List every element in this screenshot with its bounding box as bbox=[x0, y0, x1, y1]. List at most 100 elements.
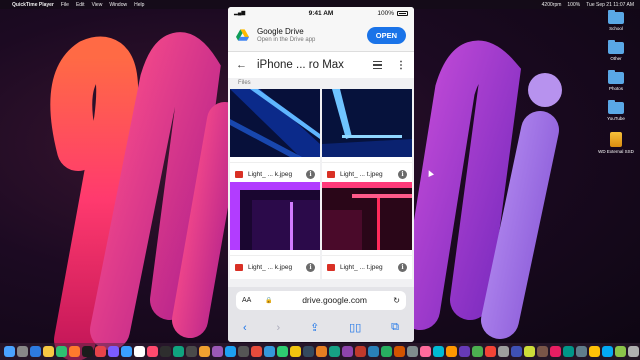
app-icon[interactable] bbox=[537, 346, 548, 357]
app-icon[interactable] bbox=[381, 346, 392, 357]
app-icon[interactable] bbox=[290, 346, 301, 357]
desktop-item-label: WD External SSD bbox=[598, 149, 634, 154]
app-icon[interactable] bbox=[550, 346, 561, 357]
back-icon[interactable]: ‹ bbox=[243, 322, 247, 334]
app-icon[interactable] bbox=[251, 346, 262, 357]
app-icon[interactable] bbox=[173, 346, 184, 357]
app-icon[interactable] bbox=[459, 346, 470, 357]
app-icon[interactable] bbox=[472, 346, 483, 357]
app-icon[interactable] bbox=[407, 346, 418, 357]
file-card[interactable]: Light_ ... t.jpeg i bbox=[322, 89, 412, 186]
app-icon[interactable] bbox=[615, 346, 626, 357]
info-icon[interactable]: i bbox=[306, 263, 315, 272]
open-app-button[interactable]: OPEN bbox=[366, 26, 406, 44]
app-icon[interactable] bbox=[238, 346, 249, 357]
info-icon[interactable]: i bbox=[398, 170, 407, 179]
app-icon[interactable] bbox=[394, 346, 405, 357]
app-icon[interactable] bbox=[277, 346, 288, 357]
app-icon[interactable] bbox=[433, 346, 444, 357]
share-icon[interactable]: ⇪ bbox=[310, 321, 319, 334]
fan-speed-status[interactable]: 4200rpm bbox=[542, 2, 562, 8]
app-icon[interactable] bbox=[199, 346, 210, 357]
menu-help[interactable]: Help bbox=[134, 2, 144, 8]
battery-status[interactable]: 100% bbox=[567, 2, 580, 8]
app-icon[interactable] bbox=[498, 346, 509, 357]
app-icon[interactable] bbox=[420, 346, 431, 357]
desktop-item-other[interactable]: Other bbox=[596, 40, 636, 62]
image-thumbnail bbox=[322, 89, 412, 157]
app-banner: Google Drive Open in the Drive app OPEN bbox=[228, 19, 414, 52]
image-file-icon bbox=[235, 171, 243, 178]
app-icon[interactable] bbox=[225, 346, 236, 357]
safari-toolbar: ‹ › ⇪ ▯▯ ⧉ bbox=[228, 313, 414, 342]
image-thumbnail bbox=[230, 89, 320, 157]
desktop-icons: School Other Photos YouTube WD External … bbox=[596, 10, 636, 165]
url-text[interactable]: drive.google.com bbox=[276, 295, 393, 305]
app-icon[interactable] bbox=[342, 346, 353, 357]
app-icon[interactable] bbox=[147, 346, 158, 357]
app-icon[interactable] bbox=[121, 346, 132, 357]
menu-window[interactable]: Window bbox=[109, 2, 127, 8]
desktop-item-youtube[interactable]: YouTube bbox=[596, 100, 636, 122]
menu-file[interactable]: File bbox=[61, 2, 69, 8]
app-icon[interactable] bbox=[160, 346, 171, 357]
app-icon[interactable] bbox=[95, 346, 106, 357]
ios-status-bar: ▂▄▆ 9:41 AM 100% bbox=[228, 7, 414, 19]
app-icon[interactable] bbox=[134, 346, 145, 357]
more-options-icon[interactable]: ⋮ bbox=[396, 60, 406, 71]
menu-edit[interactable]: Edit bbox=[76, 2, 85, 8]
app-icon[interactable] bbox=[17, 346, 28, 357]
app-icon[interactable] bbox=[589, 346, 600, 357]
app-icon[interactable] bbox=[43, 346, 54, 357]
app-icon[interactable] bbox=[355, 346, 366, 357]
forward-icon[interactable]: › bbox=[277, 322, 281, 334]
app-icon[interactable] bbox=[69, 346, 80, 357]
menu-app-name[interactable]: QuickTime Player bbox=[12, 2, 54, 8]
clock[interactable]: Tue Sep 21 11:07 AM bbox=[586, 2, 634, 8]
back-arrow-icon[interactable]: ← bbox=[236, 59, 247, 71]
bookmarks-icon[interactable]: ▯▯ bbox=[349, 321, 361, 334]
google-drive-icon bbox=[236, 29, 249, 41]
tabs-icon[interactable]: ⧉ bbox=[391, 321, 399, 334]
app-icon[interactable] bbox=[316, 346, 327, 357]
app-icon[interactable] bbox=[329, 346, 340, 357]
app-icon[interactable] bbox=[303, 346, 314, 357]
app-icon[interactable] bbox=[602, 346, 613, 357]
app-icon[interactable] bbox=[264, 346, 275, 357]
finder-icon[interactable] bbox=[4, 346, 15, 357]
app-icon[interactable] bbox=[485, 346, 496, 357]
reload-icon[interactable]: ↻ bbox=[393, 296, 400, 305]
info-icon[interactable]: i bbox=[398, 263, 407, 272]
dock bbox=[0, 343, 640, 360]
file-card[interactable]: Light_ ... k.jpeg i bbox=[230, 89, 320, 186]
file-card[interactable]: Light_ ... k.jpeg i bbox=[230, 182, 320, 279]
app-icon[interactable] bbox=[524, 346, 535, 357]
app-icon[interactable] bbox=[212, 346, 223, 357]
app-icon[interactable] bbox=[576, 346, 587, 357]
info-icon[interactable]: i bbox=[306, 170, 315, 179]
app-icon[interactable] bbox=[368, 346, 379, 357]
trash-icon[interactable] bbox=[628, 346, 639, 357]
app-icon[interactable] bbox=[446, 346, 457, 357]
app-icon[interactable] bbox=[82, 346, 93, 357]
app-icon[interactable] bbox=[186, 346, 197, 357]
reader-aa-button[interactable]: AA bbox=[242, 297, 251, 304]
app-icon[interactable] bbox=[56, 346, 67, 357]
folder-icon bbox=[608, 40, 624, 54]
desktop-item-wd-external-ssd[interactable]: WD External SSD bbox=[596, 132, 636, 155]
app-icon[interactable] bbox=[563, 346, 574, 357]
menu-status-area: 4200rpm 100% Tue Sep 21 11:07 AM bbox=[542, 2, 634, 8]
desktop-item-photos[interactable]: Photos bbox=[596, 70, 636, 92]
app-icon[interactable] bbox=[108, 346, 119, 357]
app-icon[interactable] bbox=[511, 346, 522, 357]
file-card[interactable]: Light_ ... t.jpeg i bbox=[322, 182, 412, 279]
list-view-icon[interactable] bbox=[373, 61, 382, 69]
image-thumbnail bbox=[230, 182, 320, 250]
image-thumbnail bbox=[322, 182, 412, 250]
file-list: Files Light_ ... k.jpeg i Light_ ... t.j… bbox=[228, 78, 414, 318]
desktop-item-school[interactable]: School bbox=[596, 10, 636, 32]
menu-view[interactable]: View bbox=[92, 2, 103, 8]
app-icon[interactable] bbox=[30, 346, 41, 357]
desktop-item-label: Other bbox=[610, 56, 622, 61]
address-bar[interactable]: AA 🔒 drive.google.com ↻ bbox=[236, 290, 406, 310]
